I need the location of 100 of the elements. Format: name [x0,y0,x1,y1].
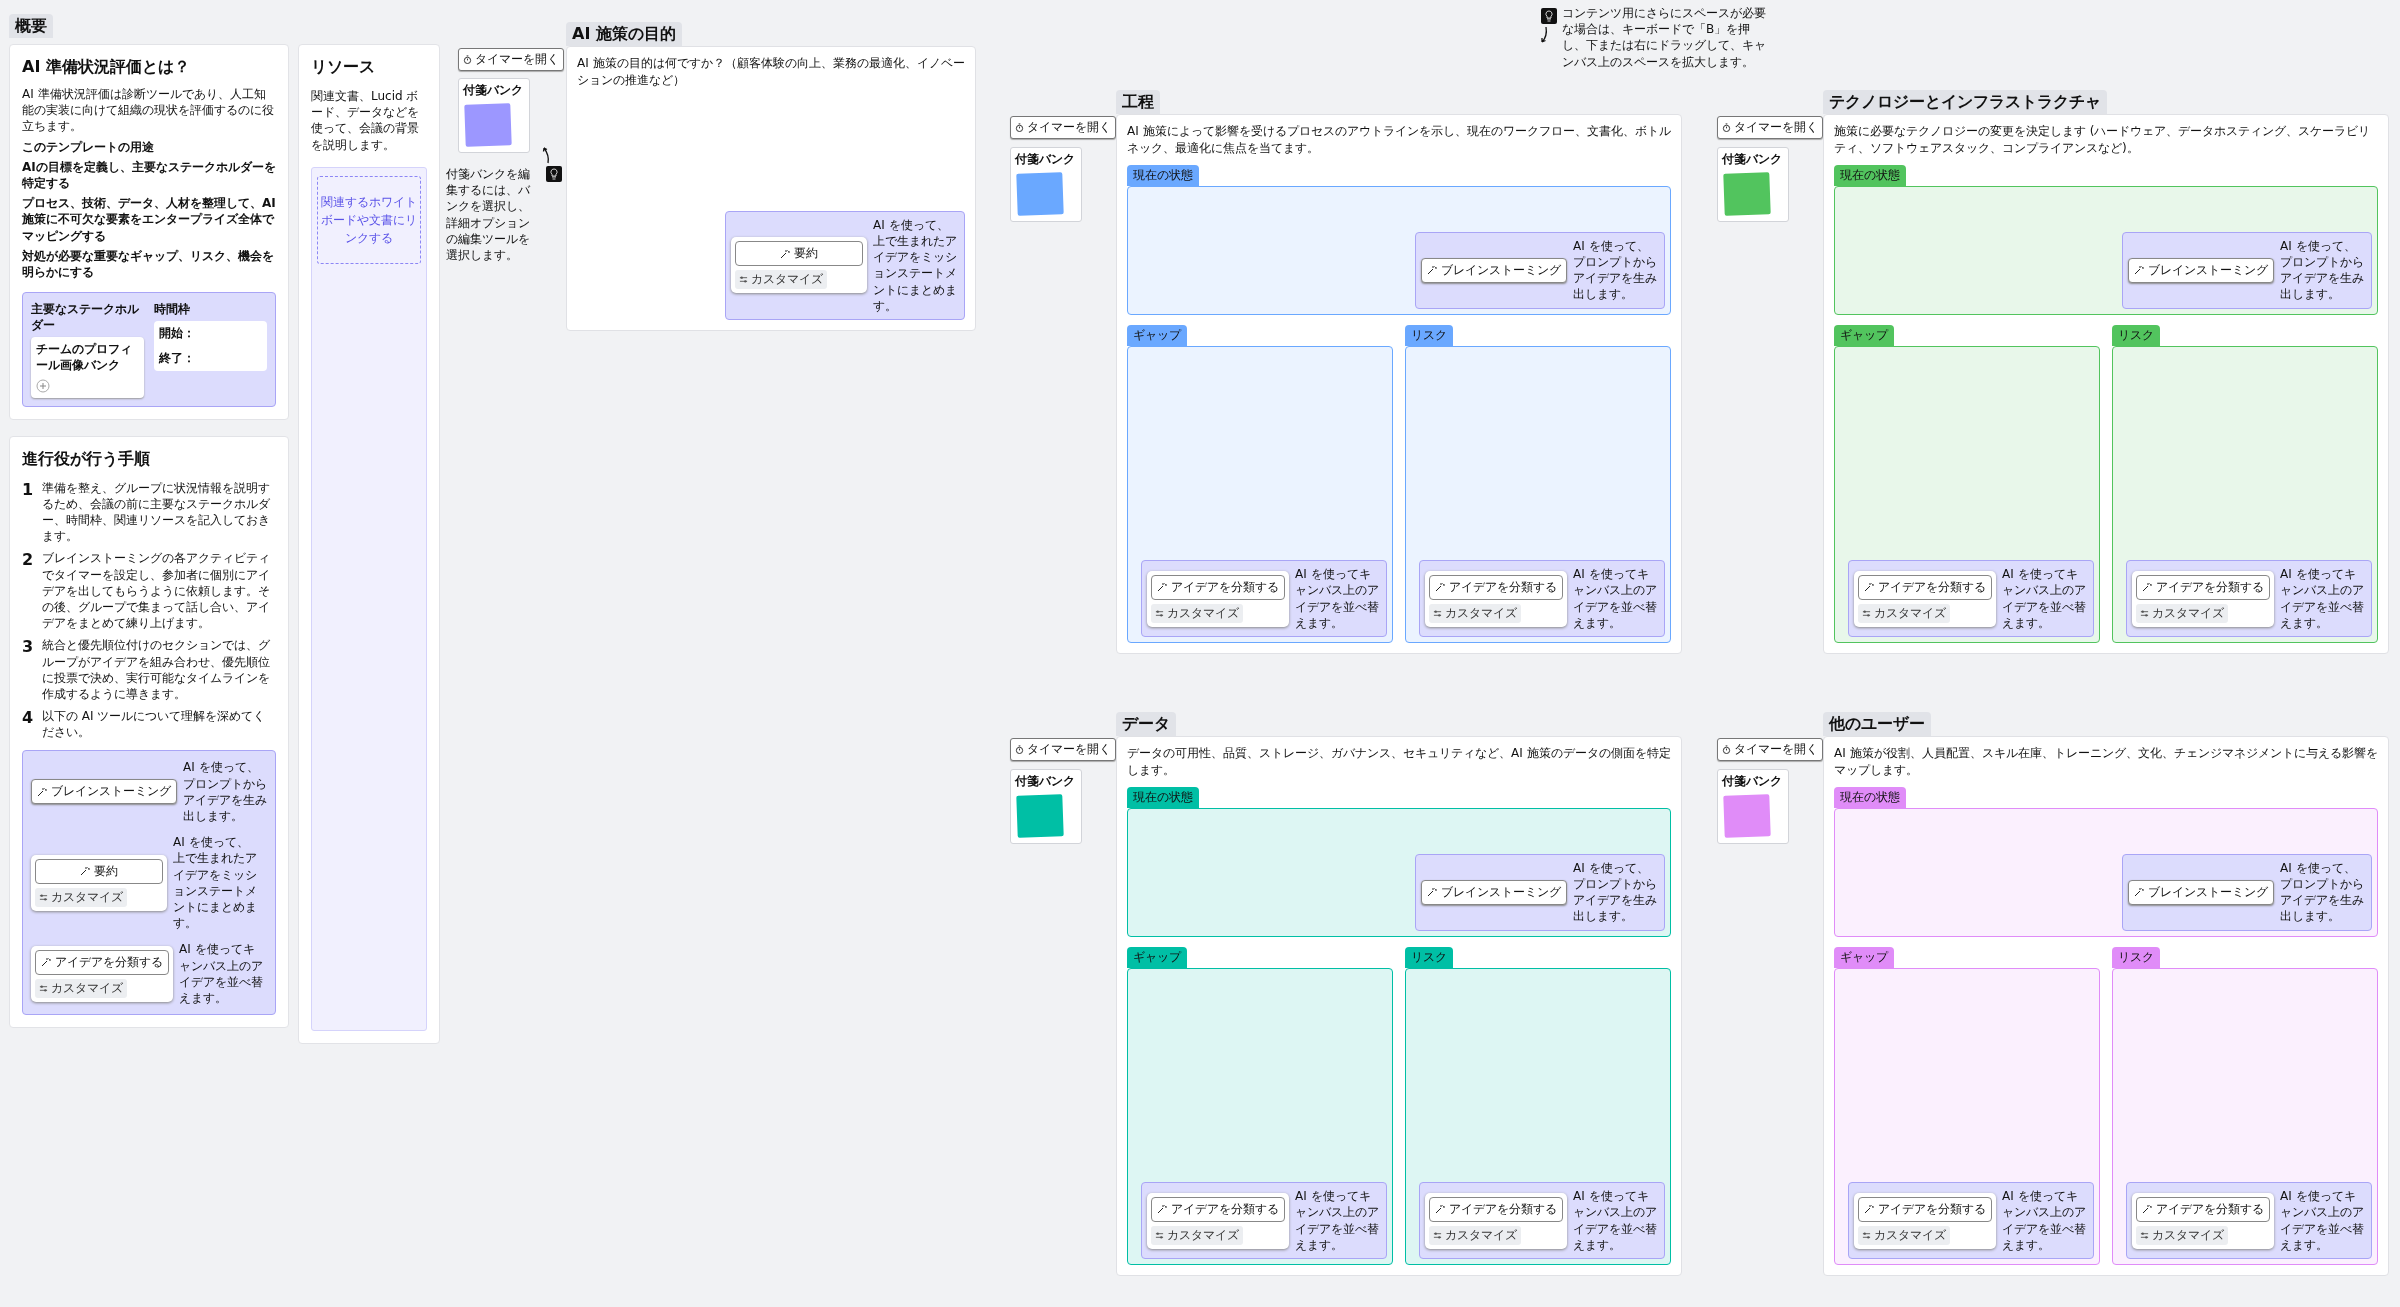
document-link[interactable]: 関連するホワイトボードや文書にリンクする [317,175,421,264]
sticky-note[interactable] [1723,793,1771,838]
wand-icon [2142,582,2152,593]
overview-title: AI 準備状況評価とは？ [22,57,191,78]
sticky-note[interactable] [464,102,512,147]
tool-description: AI を使ってキャンバス上のアイデアを並べ替えます。 [1295,566,1380,631]
sticky-bank-label: 付箋バンク [463,83,524,99]
customize-button[interactable]: カスタマイズ [735,270,827,290]
tool-description: AI を使って、プロンプトからアイデアを生み出します。 [183,759,268,825]
ai-action-button[interactable]: ブレインストーミング [1421,879,1567,905]
frame-title: 概要 [9,14,53,38]
customize-button[interactable]: カスタマイズ [1429,603,1521,623]
customize-button[interactable]: カスタマイズ [1151,603,1243,623]
customize-button[interactable]: カスタマイズ [1151,1225,1243,1245]
customize-button[interactable]: カスタマイズ [1858,1225,1950,1245]
step-text: 統合と優先順位付けのセクションでは、グループがアイデアを組み合わせ、優先順位に投票で決め、実行可能なタイムラインを作成するように導きます。 [42,637,271,703]
sticky-note[interactable] [1016,793,1064,838]
customize-button[interactable]: カスタマイズ [1429,1225,1521,1245]
ai-action-button[interactable]: アイデアを分類する [1151,574,1285,600]
sticky-bank-label: 付箋バンク [1015,774,1076,790]
area-label: 現在の状態 [1834,164,1906,186]
ai-action-button[interactable]: ブレインストーミング [1421,257,1567,283]
tool-description: AI を使ってキャンバス上のアイデアを並べ替えます。 [2002,1188,2087,1253]
ai-action-button[interactable]: 要約 [735,241,863,267]
sliders-icon [1433,608,1442,618]
sticky-bank[interactable]: 付箋バンク [1010,769,1082,844]
wand-icon [2134,265,2144,276]
overview-intro: AI 準備状況評価は診断ツールであり、人工知能の実装に向けて組織の現状を評価するのに役立ちます。 [22,86,275,135]
timer-button[interactable]: タイマーを開く [1010,116,1116,139]
tool-description: AI を使って、プロンプトからアイデアを生み出します。 [2280,859,2365,925]
frame-description: AI 施策によって影響を受けるプロセスのアウトラインを示し、現在のワークフロー、文書化、ボトルネック、最適化に焦点を当てます。 [1127,123,1671,157]
area-label: リスク [2112,324,2160,346]
start-label: 開始： [159,326,196,342]
customize-button[interactable]: カスタマイズ [35,978,127,998]
frame-title: AI 施策の目的 [566,22,682,46]
sticky-bank[interactable]: 付箋バンク [1010,147,1082,222]
tool-description: AI を使って、プロンプトからアイデアを生み出します。 [1573,859,1658,925]
add-icon[interactable] [36,378,50,393]
customize-button[interactable]: カスタマイズ [35,887,127,907]
wand-icon [1157,582,1167,593]
area-label: ギャップ [1127,324,1187,346]
area-label: 現在の状態 [1834,786,1906,808]
customize-button[interactable]: カスタマイズ [2136,603,2228,623]
step-text: 準備を整え、グループに状況情報を説明するため、会議の前に主要なステークホルダー、時間枠、関連リソースを記入しておきます。 [42,479,271,545]
wand-icon [2142,1204,2152,1215]
wand-icon [1157,1204,1167,1215]
tool-description: AI を使ってキャンバス上のアイデアを並べ替えます。 [2002,566,2087,631]
profile-bank-label: チームのプロフィール画像バンク [36,342,133,374]
step-number: 1 [22,479,34,499]
stopwatch-icon [463,55,472,64]
step-number: 3 [22,637,34,657]
timer-button[interactable]: タイマーを開く [1717,116,1823,139]
sticky-bank-label: 付箋バンク [1722,152,1783,168]
sliders-icon [2140,608,2149,618]
ai-action-button[interactable]: ブレインストーミング [2128,257,2274,283]
sticky-note[interactable] [1723,171,1771,216]
ai-action-button[interactable]: ブレインストーミング [2128,879,2274,905]
sticky-bank[interactable]: 付箋バンク [458,78,530,153]
ai-action-button[interactable]: 要約 [35,858,163,884]
resources-title: リソース [311,57,376,78]
hint-text: 付箋バンクを編集するには、バンクを選択し、詳細オプションの編集ツールを選択します。 [446,166,531,264]
tool-description: AI を使って、上で生まれたアイデアをミッションステートメントにまとめます。 [173,834,258,932]
wand-icon [1864,1204,1874,1215]
customize-button[interactable]: カスタマイズ [2136,1225,2228,1245]
sticky-note[interactable] [1016,171,1064,216]
tool-description: AI を使ってキャンバス上のアイデアを並べ替えます。 [1573,1188,1658,1253]
ai-action-button[interactable]: アイデアを分類する [35,949,169,975]
ai-action-button[interactable]: アイデアを分類する [1858,1196,1992,1222]
sticky-bank[interactable]: 付箋バンク [1717,769,1789,844]
timer-button[interactable]: タイマーを開く [458,48,564,71]
timeframe-label: 時間枠 [154,301,191,318]
area-label: リスク [1405,324,1453,346]
ai-action-button[interactable]: アイデアを分類する [2136,574,2270,600]
step-text: ブレインストーミングの各アクティビティでタイマーを設定し、参加者に個別にアイデアを出してもらうように依頼します。その後、グループで集まって話し合い、アイデアをまとめて練り上げます。 [42,550,271,632]
step-number: 2 [22,550,34,570]
ai-action-button[interactable]: アイデアを分類する [1429,1196,1563,1222]
timer-button[interactable]: タイマーを開く [1717,738,1823,761]
sliders-icon [1862,608,1871,618]
ai-action-button[interactable]: ブレインストーミング [31,779,177,805]
tool-description: AI を使ってキャンバス上のアイデアを並べ替えます。 [1573,566,1658,631]
wand-icon [80,866,90,877]
customize-button[interactable]: カスタマイズ [1858,603,1950,623]
frame-title: 工程 [1116,90,1160,114]
frame-description: データの可用性、品質、ストレージ、ガバナンス、セキュリティなど、AI 施策のデータの側面を特定します。 [1127,745,1671,779]
ai-action-button[interactable]: アイデアを分類する [1858,574,1992,600]
wand-icon [1435,582,1445,593]
timer-button[interactable]: タイマーを開く [1010,738,1116,761]
hint-text: コンテンツ用にさらにスペースが必要な場合は、キーボードで「B」を押し、下または右にドラッグして、キャンバス上のスペースを拡大します。 [1562,5,1767,70]
frame-description: 施策に必要なテクノロジーの変更を決定します (ハードウェア、データホスティング、スケーラビリティ、ソフトウェアスタック、コンプライアンスなど)。 [1834,123,2372,157]
sticky-bank[interactable]: 付箋バンク [1717,147,1789,222]
ai-action-button[interactable]: アイデアを分類する [1151,1196,1285,1222]
usage-item: AIの目標を定義し、主要なステークホルダーを特定する [22,158,276,192]
frame-title: テクノロジーとインフラストラクチャ [1823,90,2107,114]
ai-action-button[interactable]: アイデアを分類する [2136,1196,2270,1222]
frame-description: AI 施策が役割、人員配置、スキル在庫、トレーニング、文化、チェンジマネジメントに与える影響をマップします。 [1834,745,2378,779]
stopwatch-icon [1015,123,1024,132]
ai-action-button[interactable]: アイデアを分類する [1429,574,1563,600]
sliders-icon [2140,1230,2149,1240]
end-label: 終了： [159,350,196,367]
usage-item: プロセス、技術、データ、人材を整理して、AI 施策に不可欠な要素をエンタープライズ全体でマッピングする [22,195,276,244]
